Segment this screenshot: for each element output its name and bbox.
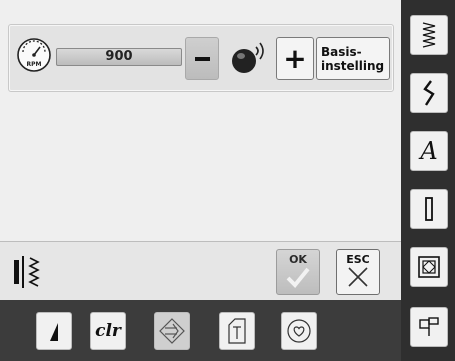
zigzag-stitch-button[interactable] xyxy=(410,15,448,55)
presser-foot-icon xyxy=(419,317,439,336)
speed-panel: RPM 900 + Basis- instelling xyxy=(8,24,394,92)
basic-setting-button[interactable]: Basis- instelling xyxy=(316,37,390,80)
zigzag-stitch-icon xyxy=(422,22,436,48)
speed-value-field[interactable]: 900 xyxy=(56,48,182,66)
navigation-icon xyxy=(159,318,185,344)
alphabet-button[interactable]: A xyxy=(410,131,448,171)
tack-button[interactable] xyxy=(219,312,255,350)
basic-setting-label-line1: Basis- xyxy=(321,44,362,59)
tack-icon xyxy=(228,318,246,344)
needle-position-button[interactable] xyxy=(36,312,72,350)
buttonhole-icon xyxy=(425,197,433,221)
status-row: OK ESC xyxy=(0,241,401,301)
decrease-speed-button[interactable] xyxy=(185,37,219,80)
plus-icon: + xyxy=(283,41,307,75)
esc-label: ESC xyxy=(346,253,370,266)
esc-button[interactable]: ESC xyxy=(336,249,380,295)
needle-position-icon xyxy=(50,323,58,341)
decorative-stitch-button[interactable] xyxy=(410,73,448,113)
presser-foot-button[interactable] xyxy=(410,307,448,347)
stitch-status-icon xyxy=(14,256,40,288)
ok-button[interactable]: OK xyxy=(276,249,320,295)
lightning-stitch-icon xyxy=(423,80,435,106)
minus-icon xyxy=(194,56,210,61)
checkmark-icon xyxy=(286,267,310,288)
close-icon xyxy=(348,267,368,287)
quilt-icon xyxy=(418,256,440,278)
speed-knob-icon xyxy=(232,42,264,73)
alphabet-icon: A xyxy=(420,137,438,165)
favorite-icon xyxy=(287,319,311,343)
basic-setting-label-line2: instelling xyxy=(321,58,385,73)
main-screen: RPM 900 + Basis- instelling OK ESC xyxy=(0,0,401,301)
quilt-button[interactable] xyxy=(410,247,448,287)
ok-label: OK xyxy=(289,253,307,266)
speedometer-icon: RPM xyxy=(17,38,51,72)
favorite-button[interactable] xyxy=(281,312,317,350)
clear-button[interactable]: clr xyxy=(90,312,126,350)
clear-icon: clr xyxy=(95,321,121,341)
navigation-button[interactable] xyxy=(154,312,190,350)
rpm-label: RPM xyxy=(27,61,42,68)
increase-speed-button[interactable]: + xyxy=(276,37,314,80)
buttonhole-button[interactable] xyxy=(410,189,448,229)
